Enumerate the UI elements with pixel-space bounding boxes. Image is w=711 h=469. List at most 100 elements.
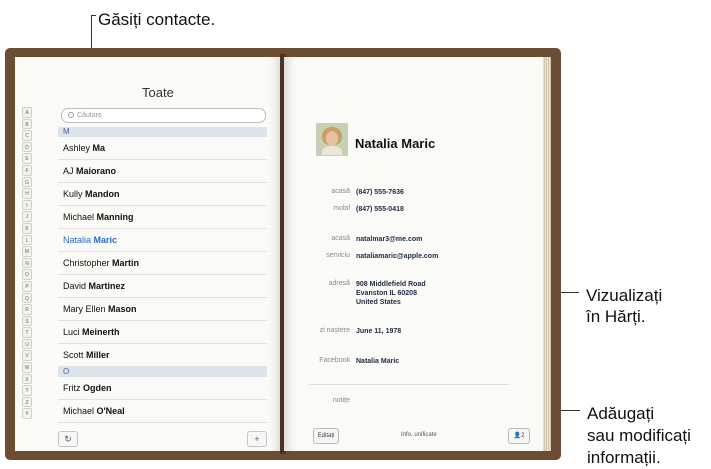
contact-first-name: Natalia (63, 235, 92, 245)
alphabet-index-letter[interactable]: B (22, 118, 32, 130)
list-item[interactable]: Fritz Ogden (58, 377, 267, 400)
section-header: M (58, 127, 267, 137)
alphabet-index-letter[interactable]: Z (22, 396, 32, 408)
page-edges (543, 57, 551, 451)
alphabet-index-letter[interactable]: H (22, 188, 32, 199)
notes-label[interactable]: notițe (288, 397, 350, 404)
list-item[interactable]: Christopher Martin (58, 252, 267, 275)
refresh-button[interactable]: ↻ (58, 431, 78, 447)
list-item[interactable]: Michael O'Neal (58, 400, 267, 423)
home-email-label: acasă (331, 235, 350, 242)
alphabet-index-letter[interactable]: L (22, 234, 32, 246)
home-phone-value[interactable]: (847) 555-7636 (356, 188, 404, 197)
alphabet-index-letter[interactable]: M (22, 246, 32, 257)
contact-last-name: Maiorano (76, 166, 117, 176)
address-line-2[interactable]: Evanston IL 60208 (356, 289, 417, 298)
avatar (316, 123, 348, 156)
alphabet-index-letter[interactable]: U (22, 338, 32, 350)
list-item[interactable]: David Martinez (58, 275, 267, 298)
list-item[interactable]: Michael Manning (58, 206, 267, 229)
list-item[interactable]: Natalia Maric (58, 229, 267, 252)
search-icon (68, 112, 74, 118)
alphabet-index-letter[interactable]: N (22, 257, 32, 269)
contacts-book: Toate Căutare ABCDEFGHIJKLMNOPQRSTUVWXYZ… (5, 48, 561, 460)
alphabet-index-letter[interactable]: K (22, 222, 32, 234)
add-contact-button[interactable]: + (247, 431, 267, 447)
contact-first-name: David (63, 281, 87, 291)
contact-first-name: Scott (63, 350, 84, 360)
edit-button[interactable]: Editați (313, 428, 339, 444)
list-item[interactable]: Mary Ellen Mason (58, 298, 267, 321)
contact-first-name: AJ (63, 166, 74, 176)
facebook-value[interactable]: Natalia Maric (356, 357, 399, 366)
callout-find-line-tick (91, 15, 96, 16)
alphabet-index-letter[interactable]: F (22, 164, 32, 176)
callout-edit-1: Adăugați (587, 404, 655, 423)
contact-last-name: Mason (108, 304, 137, 314)
list-item[interactable]: Kully Mandon (58, 183, 267, 206)
callout-edit-3: informații. (587, 448, 661, 467)
linked-cards-button[interactable]: 👤2 (508, 428, 530, 444)
list-title: Toate (142, 85, 174, 100)
alphabet-index-letter[interactable]: R (22, 304, 32, 315)
alphabet-index-letter[interactable]: W (22, 362, 32, 373)
contact-first-name: Mary Ellen (63, 304, 106, 314)
contact-first-name: Michael (63, 212, 95, 222)
list-item[interactable]: Scott Miller (58, 344, 267, 367)
contact-first-name: Luci (63, 327, 80, 337)
alphabet-index[interactable]: A B C D E F G H I J K L M N O P Q R S T U V W X Y Z # (22, 107, 32, 420)
search-placeholder: Căutare (77, 112, 102, 119)
callout-view-maps-1: Vizualizați (586, 286, 663, 305)
alphabet-index-letter[interactable]: Y (22, 385, 32, 396)
alphabet-index-letter[interactable]: A (22, 107, 32, 118)
contact-first-name: Ashley (63, 143, 91, 153)
contact-last-name: Manning (96, 212, 134, 222)
contact-name: Natalia Maric (355, 136, 436, 151)
mobile-value[interactable]: (847) 555-0418 (356, 205, 404, 214)
work-email-label: serviciu (326, 252, 350, 259)
contact-last-name: Ogden (83, 383, 112, 393)
callout-edit-2: sau modificați (587, 426, 691, 445)
address-line-1[interactable]: 908 Middlefield Road (356, 280, 426, 289)
contact-last-name: Ma (92, 143, 106, 153)
address-label: adresă (328, 280, 350, 287)
unified-info-label: Info. unificate (401, 432, 437, 438)
contact-last-name: Miller (86, 350, 110, 360)
alphabet-index-letter[interactable]: C (22, 130, 32, 141)
plus-icon: + (254, 434, 260, 444)
search-field[interactable]: Căutare (61, 108, 266, 123)
contact-last-name: Martin (112, 258, 140, 268)
contact-first-name: Fritz (63, 383, 81, 393)
work-email-value[interactable]: nataliamaric@apple.com (356, 252, 438, 261)
alphabet-index-letter[interactable]: G (22, 176, 32, 188)
section-header: O (58, 367, 267, 377)
refresh-icon: ↻ (64, 434, 72, 444)
contact-first-name: Michael (63, 406, 95, 416)
alphabet-index-letter[interactable]: X (22, 373, 32, 385)
alphabet-index-letter[interactable]: O (22, 269, 32, 280)
list-item[interactable]: Ashley Ma (58, 137, 267, 160)
address-line-3[interactable]: United States (356, 298, 401, 307)
list-item[interactable]: Luci Meinerth (58, 321, 267, 344)
alphabet-index-letter[interactable]: # (22, 408, 32, 420)
list-item[interactable]: AJ Maiorano (58, 160, 267, 183)
alphabet-index-letter[interactable]: P (22, 280, 32, 292)
alphabet-index-letter[interactable]: T (22, 327, 32, 338)
contacts-list-page: Toate Căutare ABCDEFGHIJKLMNOPQRSTUVWXYZ… (15, 57, 282, 451)
contact-last-name: Maric (93, 235, 118, 245)
contact-detail-page: Natalia Maric acasă (847) 555-7636 mobil… (284, 57, 543, 451)
contact-last-name: O'Neal (96, 406, 125, 416)
contact-first-name: Christopher (63, 258, 110, 268)
alphabet-index-letter[interactable]: S (22, 315, 32, 327)
callout-find-contacts: Găsiți contacte. (98, 10, 216, 29)
alphabet-index-letter[interactable]: E (22, 153, 32, 164)
facebook-label: Facebook (319, 357, 350, 364)
alphabet-index-letter[interactable]: D (22, 141, 32, 153)
alphabet-index-letter[interactable]: J (22, 211, 32, 222)
alphabet-index-letter[interactable]: Q (22, 292, 32, 304)
home-email-value[interactable]: natalmar3@me.com (356, 235, 422, 244)
alphabet-index-letter[interactable]: I (22, 199, 32, 211)
contact-last-name: Martinez (88, 281, 126, 291)
alphabet-index-letter[interactable]: V (22, 350, 32, 362)
notes-divider (309, 384, 509, 385)
